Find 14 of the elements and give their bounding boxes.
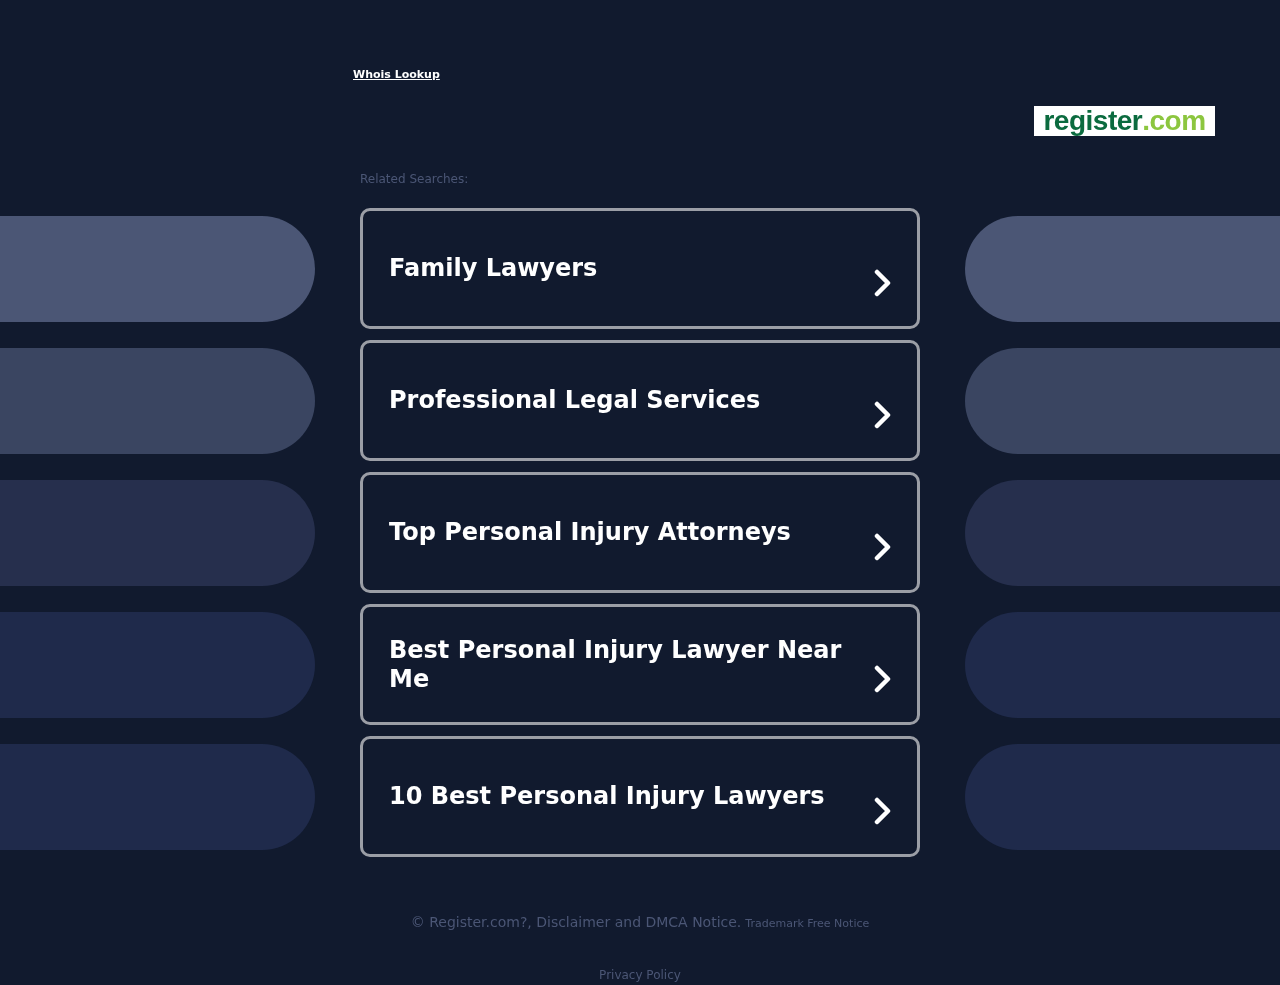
chevron-right-icon: [874, 268, 892, 297]
copyright-notice: © Register.com?, Disclaimer and DMCA Notice.: [410, 913, 742, 932]
related-search-link[interactable]: Best Personal Injury Lawyer Near Me: [360, 604, 920, 725]
related-search-link[interactable]: Professional Legal Services: [360, 340, 920, 461]
chevron-right-icon: [874, 400, 892, 429]
register-logo[interactable]: register.com: [1034, 106, 1215, 136]
related-search-link[interactable]: 10 Best Personal Injury Lawyers: [360, 736, 920, 857]
related-search-link[interactable]: Top Personal Injury Attorneys: [360, 472, 920, 593]
chevron-right-icon: [874, 664, 892, 693]
chevron-right-icon: [874, 532, 892, 561]
related-search-link[interactable]: Family Lawyers: [360, 208, 920, 329]
chevron-right-icon: [874, 796, 892, 825]
whois-lookup-link[interactable]: Whois Lookup: [353, 68, 440, 81]
related-searches-heading: Related Searches:: [360, 172, 469, 186]
